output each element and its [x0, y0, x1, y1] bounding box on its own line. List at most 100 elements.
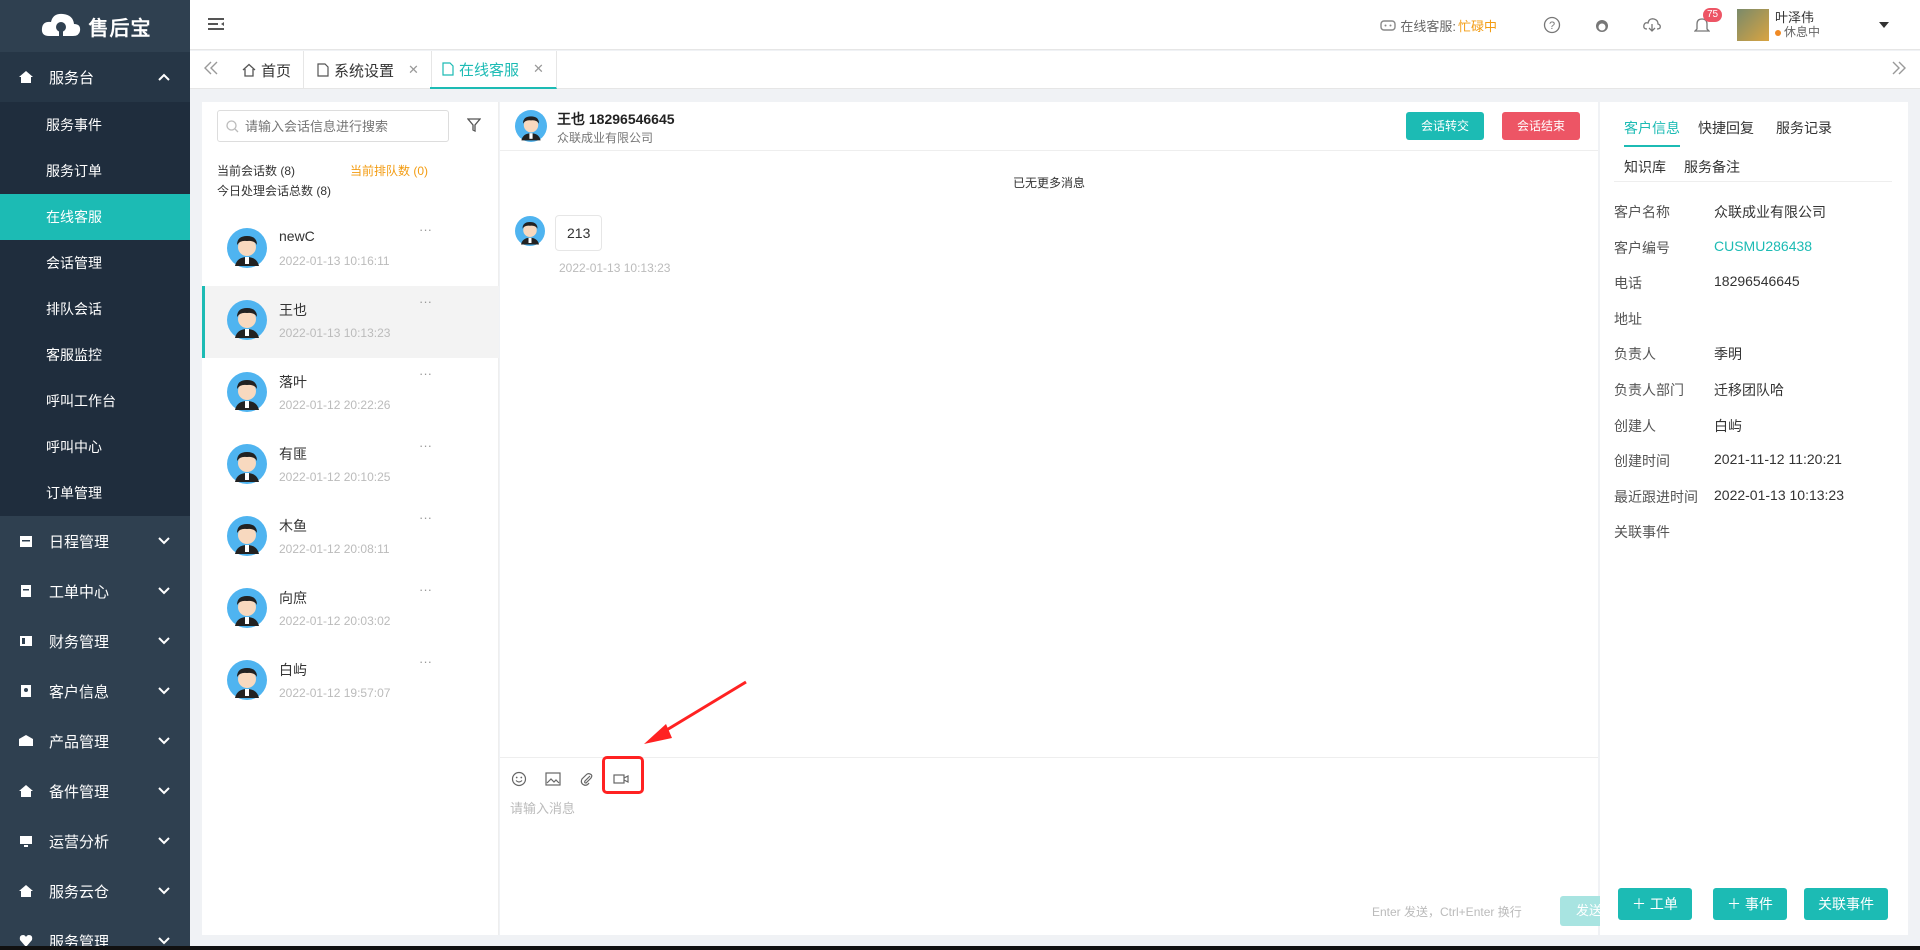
- parts-icon: [18, 783, 34, 799]
- menu-operations[interactable]: 运营分析: [0, 816, 190, 866]
- close-icon[interactable]: ✕: [533, 61, 544, 77]
- tabs-scroll-right-icon[interactable]: [1892, 61, 1906, 80]
- conversation-time: 2022-01-12 20:10:25: [279, 470, 391, 484]
- customer-id-link[interactable]: CUSMU286438: [1714, 238, 1812, 254]
- transfer-session-button[interactable]: 会话转交: [1406, 112, 1485, 140]
- agent-status[interactable]: 在线客服: 忙碌中: [1380, 16, 1497, 35]
- monitor-icon: [18, 833, 34, 849]
- field-value: 白屿: [1714, 418, 1742, 434]
- menu-schedule[interactable]: 日程管理: [0, 516, 190, 566]
- sidebar-item-session-mgmt[interactable]: 会话管理: [0, 240, 190, 286]
- menu-cloud-warehouse[interactable]: 服务云仓: [0, 866, 190, 916]
- topbar: 在线客服: 忙碌中 ? 75 叶泽伟 休息中: [190, 0, 1920, 50]
- field-value: 季明: [1714, 346, 1742, 362]
- tab-home[interactable]: 首页: [230, 51, 305, 89]
- status-dot: [1774, 30, 1781, 36]
- user-state: 休息中: [1774, 25, 1820, 40]
- clipboard-icon: [18, 583, 34, 599]
- sidebar-item-call-workbench[interactable]: 呼叫工作台: [0, 378, 190, 424]
- tabs-scroll-left-icon[interactable]: [204, 61, 218, 80]
- svg-text:?: ?: [1549, 20, 1555, 32]
- list-item[interactable]: 王也 2022-01-13 10:13:23 ···: [202, 286, 499, 358]
- menu-toggle-icon[interactable]: [208, 16, 224, 35]
- sidebar-item-service-event[interactable]: 服务事件: [0, 102, 190, 148]
- chevron-down-icon: [158, 634, 170, 648]
- sidebar-item-online-service[interactable]: 在线客服: [0, 194, 190, 240]
- sidebar-item-order-mgmt[interactable]: 订单管理: [0, 470, 190, 516]
- field-value: 2022-01-13 10:13:23: [1714, 487, 1844, 503]
- close-icon[interactable]: ✕: [408, 62, 419, 78]
- link-event-button[interactable]: 关联事件: [1804, 888, 1888, 920]
- tab-system-settings[interactable]: 系统设置 ✕: [305, 51, 432, 89]
- submenu-service-desk: 服务事件 服务订单 在线客服 会话管理 排队会话 客服监控 呼叫工作台 呼叫中心…: [0, 102, 190, 516]
- sidebar-item-queue[interactable]: 排队会话: [0, 286, 190, 332]
- help-button[interactable]: ?: [1527, 16, 1577, 34]
- list-item[interactable]: 有匪 2022-01-12 20:10:25 ···: [202, 430, 499, 502]
- list-item[interactable]: 白屿 2022-01-12 19:57:07 ···: [202, 646, 499, 718]
- field-label: 负责人: [1614, 346, 1656, 362]
- menu-parts[interactable]: 备件管理: [0, 766, 190, 816]
- conversation-time: 2022-01-12 19:57:07: [279, 686, 391, 700]
- list-item[interactable]: 向庶 2022-01-12 20:03:02 ···: [202, 574, 499, 646]
- sidebar-item-service-order[interactable]: 服务订单: [0, 148, 190, 194]
- menu-label: 服务云仓: [49, 883, 110, 901]
- service-button[interactable]: [1577, 16, 1627, 34]
- annotation-arrow-icon: [644, 680, 747, 744]
- image-icon[interactable]: [544, 770, 562, 788]
- tab-service-record[interactable]: 服务记录: [1776, 113, 1832, 147]
- tab-online-service[interactable]: 在线客服 ✕: [430, 51, 557, 89]
- home-outline-icon: [242, 63, 256, 77]
- list-item[interactable]: 木鱼 2022-01-12 20:08:11 ···: [202, 502, 499, 574]
- add-workorder-button[interactable]: ＋ 工单: [1618, 888, 1692, 920]
- file-icon: [317, 63, 329, 77]
- queue-count[interactable]: 当前排队数 (0): [350, 162, 428, 179]
- message-time: 2022-01-13 10:13:23: [559, 261, 671, 275]
- download-button[interactable]: [1627, 17, 1677, 33]
- more-icon[interactable]: ···: [419, 438, 432, 453]
- field-label: 关联事件: [1614, 524, 1670, 540]
- more-icon[interactable]: ···: [419, 510, 432, 525]
- bottom-edge: [0, 946, 1920, 950]
- sidebar-item-monitor[interactable]: 客服监控: [0, 332, 190, 378]
- more-icon[interactable]: ···: [419, 582, 432, 597]
- filter-icon[interactable]: [466, 118, 482, 135]
- user-menu[interactable]: 叶泽伟 休息中: [1736, 9, 1890, 41]
- list-item[interactable]: 落叶 2022-01-12 20:22:26 ···: [202, 358, 499, 430]
- more-icon[interactable]: ···: [419, 654, 432, 669]
- conversation-time: 2022-01-12 20:22:26: [279, 398, 391, 412]
- emoji-icon[interactable]: [510, 770, 528, 788]
- conversation-search[interactable]: [217, 110, 449, 142]
- search-input[interactable]: [245, 118, 435, 134]
- list-item[interactable]: newC 2022-01-13 10:16:11 ···: [202, 214, 499, 286]
- menu-label: 服务台: [49, 69, 95, 87]
- end-session-button[interactable]: 会话结束: [1502, 112, 1581, 140]
- menu-service-desk[interactable]: 服务台: [0, 52, 190, 102]
- attachment-icon[interactable]: [578, 770, 596, 788]
- notification-button[interactable]: 75: [1677, 8, 1727, 34]
- contact-icon: [18, 683, 34, 699]
- product-icon: [18, 733, 34, 749]
- menu-workorder[interactable]: 工单中心: [0, 566, 190, 616]
- field-label: 电话: [1614, 275, 1642, 291]
- menu-label: 运营分析: [49, 833, 110, 851]
- more-icon[interactable]: ···: [419, 222, 432, 237]
- menu-finance[interactable]: 财务管理: [0, 616, 190, 666]
- more-icon[interactable]: ···: [419, 294, 432, 309]
- conversation-name: 白屿: [279, 662, 307, 678]
- menu-customer[interactable]: 客户信息: [0, 666, 190, 716]
- tab-customer-info[interactable]: 客户信息: [1624, 113, 1680, 147]
- today-total: 今日处理会话总数 (8): [217, 184, 332, 198]
- tab-quick-reply[interactable]: 快捷回复: [1698, 113, 1754, 147]
- send-hint: Enter 发送，Ctrl+Enter 换行: [1372, 905, 1522, 919]
- add-event-button[interactable]: ＋ 事件: [1713, 888, 1787, 920]
- menu-service-mgmt[interactable]: 服务管理: [0, 916, 190, 950]
- more-icon[interactable]: ···: [419, 366, 432, 381]
- sidebar-item-call-center[interactable]: 呼叫中心: [0, 424, 190, 470]
- conversation-items: newC 2022-01-13 10:16:11 ··· 王也 2022-01-…: [202, 214, 499, 718]
- conversation-list-panel: 当前会话数 (8) 当前排队数 (0) 今日处理会话总数 (8) newC 20…: [202, 102, 499, 935]
- current-session-count: 当前会话数 (8): [217, 164, 296, 178]
- menu-product[interactable]: 产品管理: [0, 716, 190, 766]
- brand-logo[interactable]: 售后宝: [0, 0, 190, 52]
- avatar: [227, 228, 267, 271]
- message-input[interactable]: 请输入消息: [510, 798, 575, 817]
